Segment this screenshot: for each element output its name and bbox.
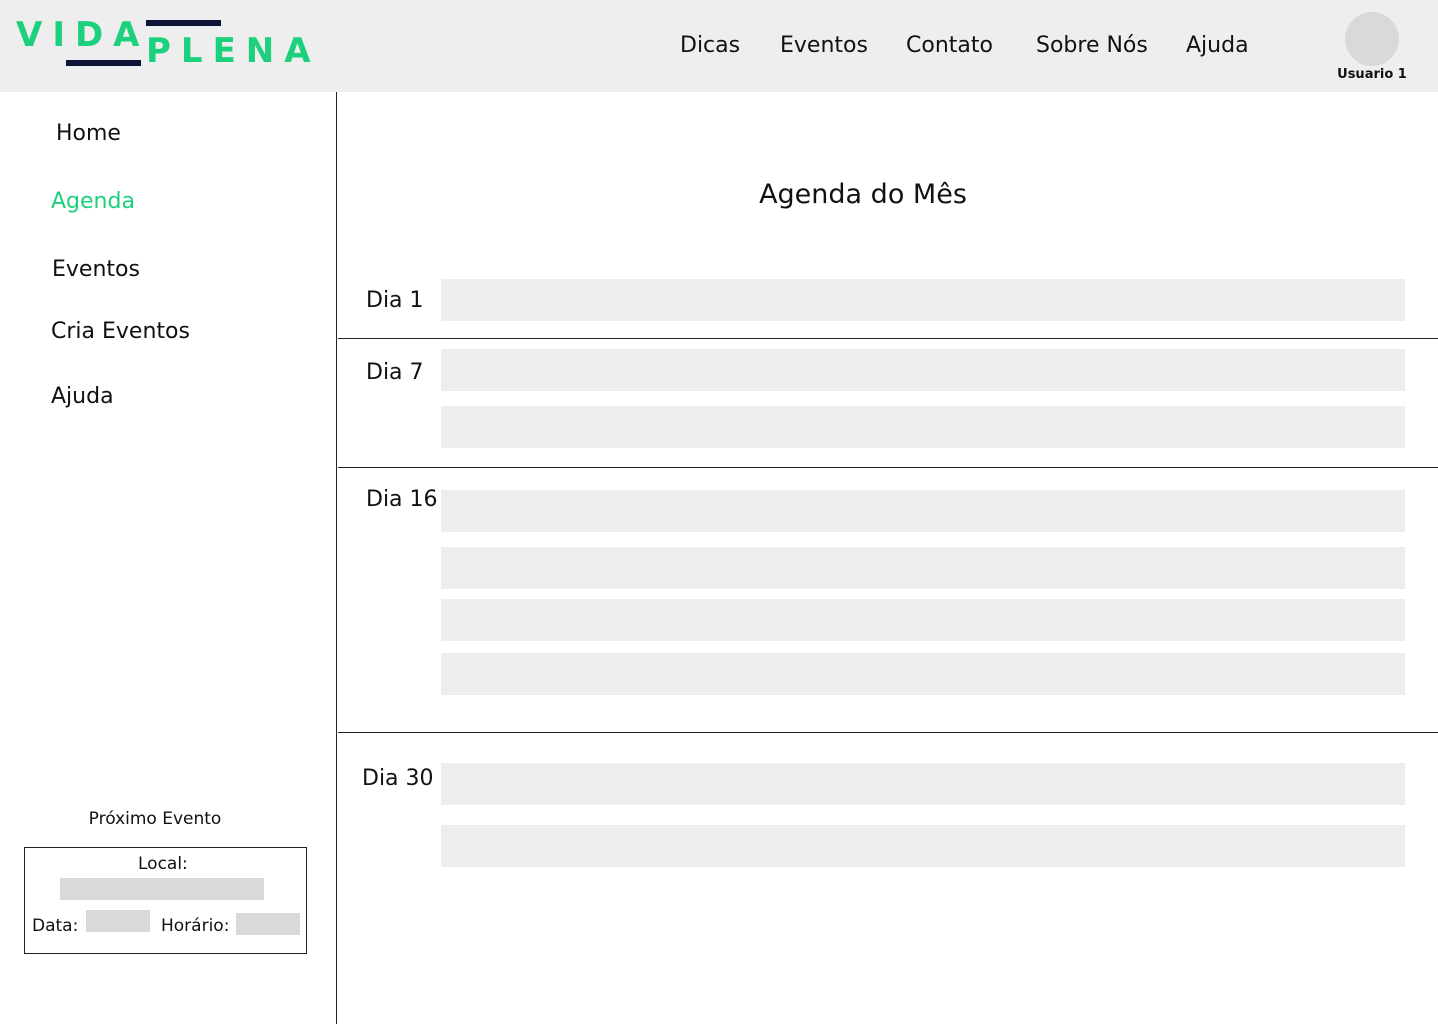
day-label: Dia 7: [366, 360, 424, 385]
logo-word-vida: VIDA: [16, 15, 150, 55]
event-slot[interactable]: [441, 349, 1405, 391]
logo-line-top: [146, 20, 221, 26]
next-event-title: Próximo Evento: [88, 809, 222, 829]
local-value-placeholder: [60, 878, 264, 900]
nav-ajuda[interactable]: Ajuda: [1186, 33, 1249, 59]
event-slot[interactable]: [441, 406, 1405, 448]
sidebar-divider: [336, 92, 337, 1024]
nav-eventos[interactable]: Eventos: [780, 33, 868, 59]
sidebar-item-eventos[interactable]: Eventos: [52, 257, 140, 283]
logo-line-bottom: [66, 60, 141, 66]
day-label: Dia 30: [362, 766, 434, 791]
event-slot[interactable]: [441, 279, 1405, 321]
day-label: Dia 16: [366, 487, 438, 512]
event-slot[interactable]: [441, 599, 1405, 641]
sidebar-item-home[interactable]: Home: [56, 121, 121, 147]
logo-word-plena: PLENA: [146, 31, 321, 71]
data-value-placeholder: [86, 910, 150, 932]
page: VIDA PLENA Dicas Eventos Contato Sobre N…: [0, 0, 1438, 1024]
day-divider: [338, 732, 1438, 733]
sidebar-item-cria-eventos[interactable]: Cria Eventos: [51, 319, 190, 345]
nav-sobre-nos[interactable]: Sobre Nós: [1036, 33, 1148, 59]
event-slot[interactable]: [441, 825, 1405, 867]
user-name[interactable]: Usuario 1: [1320, 67, 1424, 82]
event-slot[interactable]: [441, 490, 1405, 532]
horario-label: Horário:: [161, 916, 230, 936]
sidebar-item-ajuda[interactable]: Ajuda: [51, 384, 114, 410]
local-label: Local:: [138, 854, 188, 874]
data-label: Data:: [32, 916, 79, 936]
event-slot[interactable]: [441, 653, 1405, 695]
sidebar-item-agenda[interactable]: Agenda: [51, 189, 135, 215]
nav-contato[interactable]: Contato: [906, 33, 993, 59]
top-header: VIDA PLENA Dicas Eventos Contato Sobre N…: [0, 0, 1438, 92]
horario-value-placeholder: [236, 913, 300, 935]
event-slot[interactable]: [441, 547, 1405, 589]
day-label: Dia 1: [366, 288, 424, 313]
page-title: Agenda do Mês: [759, 179, 967, 210]
vidaplena-logo[interactable]: VIDA PLENA: [14, 16, 314, 72]
event-slot[interactable]: [441, 763, 1405, 805]
nav-dicas[interactable]: Dicas: [680, 33, 740, 59]
day-divider: [338, 338, 1438, 339]
day-divider: [338, 467, 1438, 468]
next-event-card: Local: Data: Horário:: [24, 847, 307, 954]
user-avatar-icon[interactable]: [1345, 12, 1399, 66]
